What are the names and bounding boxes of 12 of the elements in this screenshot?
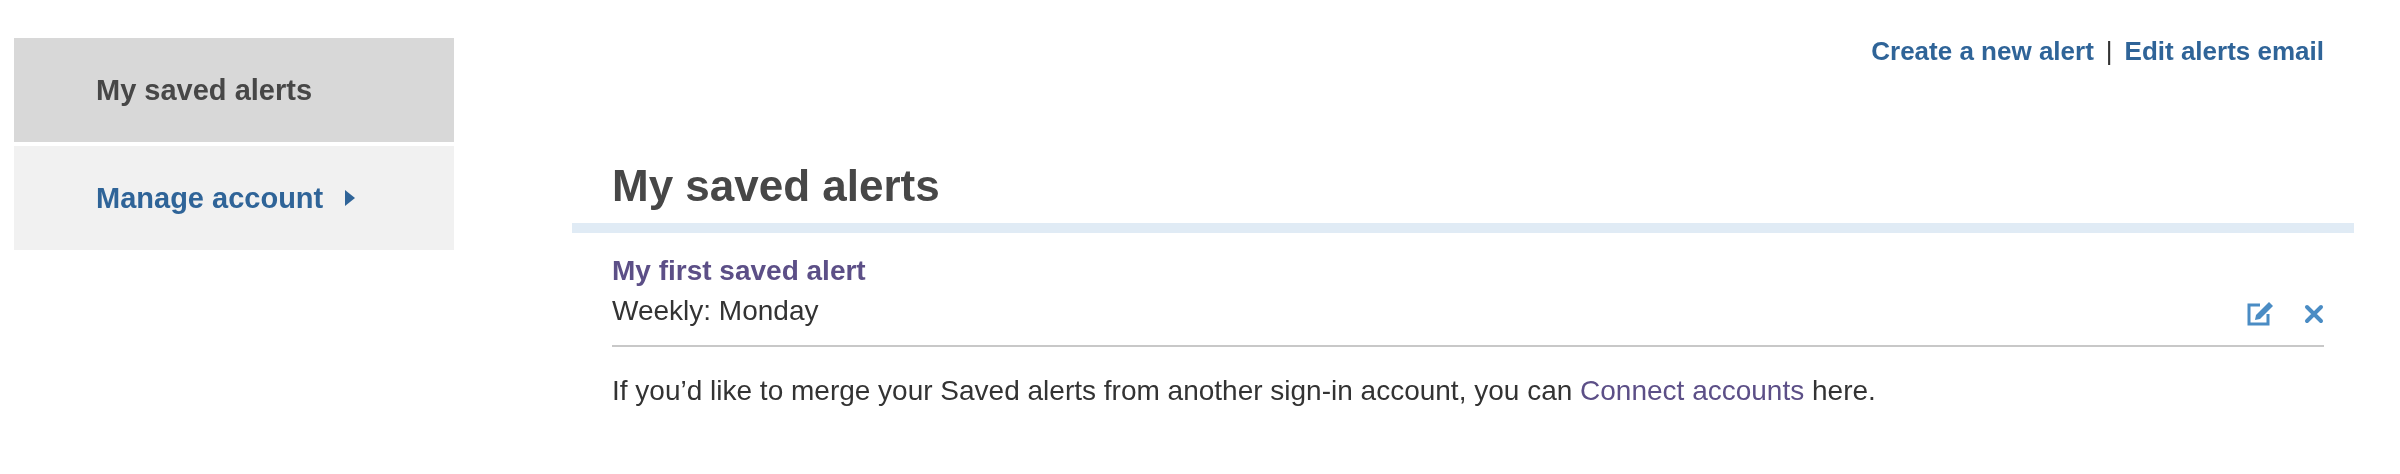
- page-heading: My saved alerts: [612, 160, 941, 212]
- connect-accounts-link[interactable]: Connect accounts: [1580, 374, 1805, 406]
- link-separator: |: [2105, 38, 2113, 64]
- alert-title-link[interactable]: My first saved alert: [612, 254, 2246, 287]
- sidebar-item[interactable]: Manage account: [14, 146, 454, 250]
- create-alert-link[interactable]: Create a new alert: [1871, 38, 2094, 64]
- edit-icon[interactable]: [2246, 300, 2274, 327]
- edit-email-link[interactable]: Edit alerts email: [2124, 38, 2324, 64]
- alert-schedule: Weekly: Monday: [612, 294, 820, 327]
- close-icon[interactable]: [2304, 303, 2324, 324]
- sidebar-item[interactable]: My saved alerts: [14, 38, 454, 142]
- merge-note: If you’d like to merge your Saved alerts from another sign-in account, you can Connect accounts here.: [612, 374, 1877, 407]
